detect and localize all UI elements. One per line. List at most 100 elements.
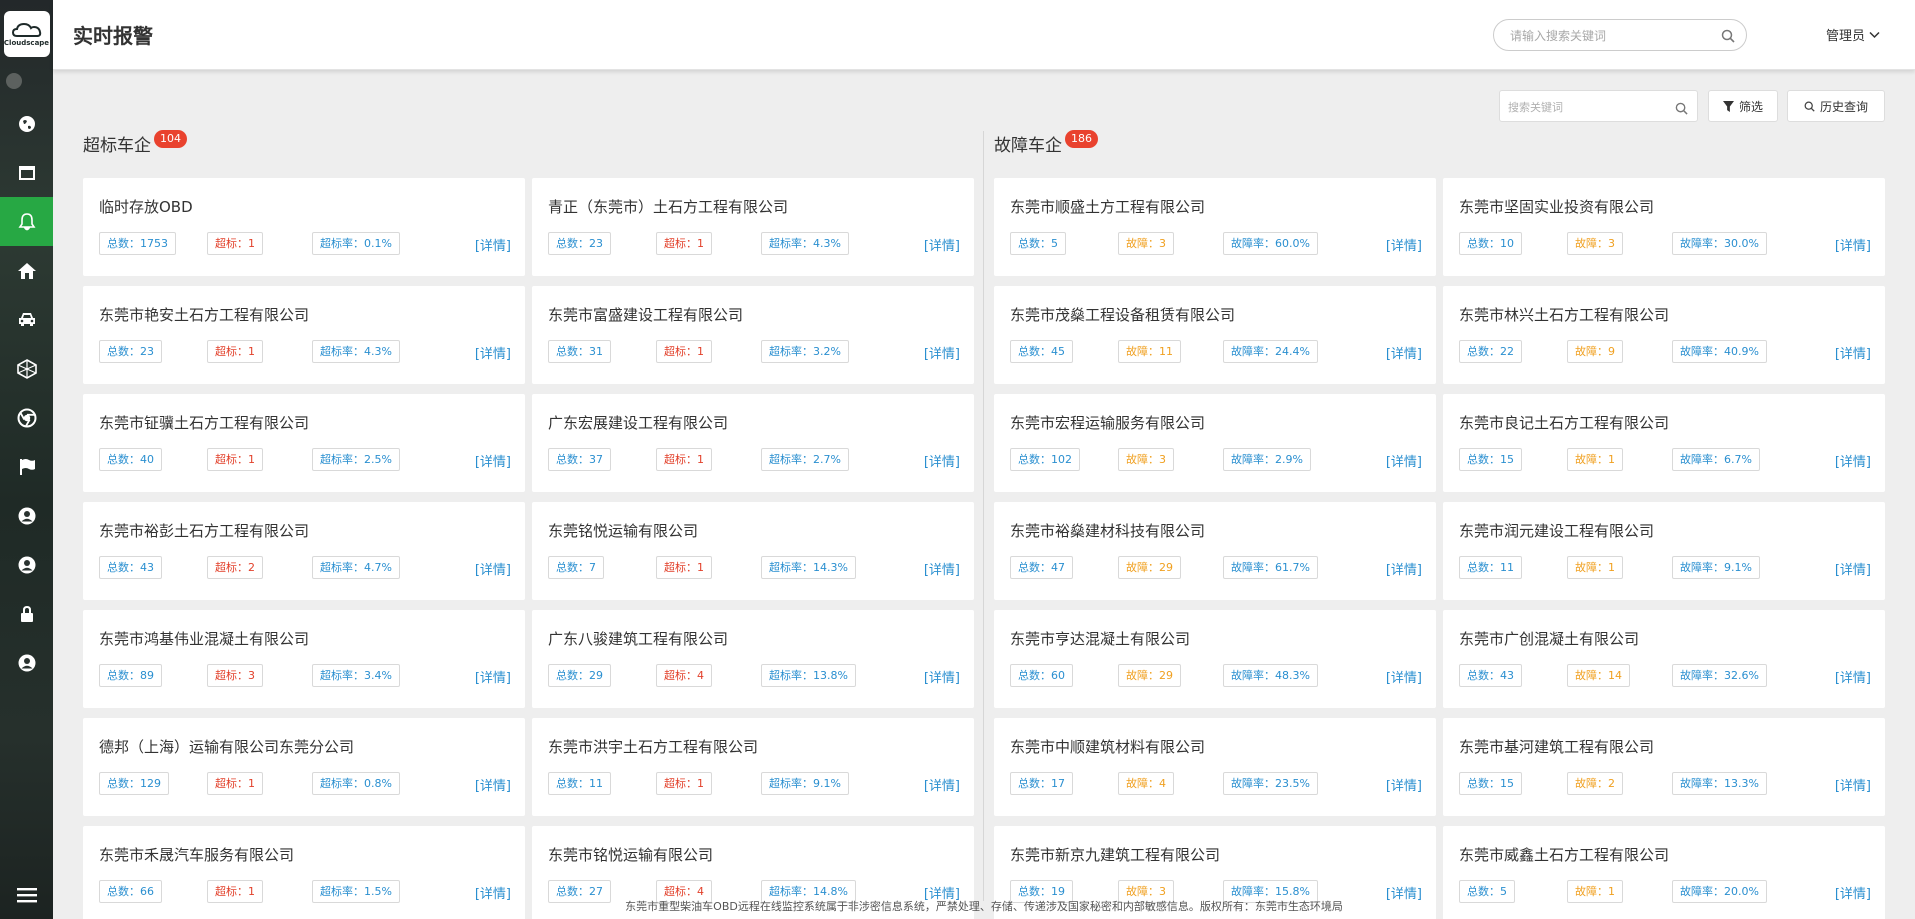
company-name[interactable]: 东莞市裕燊建材科技有限公司 — [1010, 520, 1205, 541]
company-name[interactable]: 东莞市良记土石方工程有限公司 — [1459, 412, 1669, 433]
company-card[interactable]: 广东八骏建筑工程有限公司 总数：29 超标：4 超标率：13.8% [详情] — [532, 610, 974, 708]
company-name[interactable]: 东莞市新京九建筑工程有限公司 — [1010, 844, 1220, 865]
company-card[interactable]: 东莞铭悦运输有限公司 总数：7 超标：1 超标率：14.3% [详情] — [532, 502, 974, 600]
search-icon[interactable] — [1721, 28, 1735, 47]
app-logo[interactable]: Cloudscape — [0, 0, 53, 68]
company-name[interactable]: 东莞市鸿基伟业混凝土有限公司 — [99, 628, 309, 649]
detail-link[interactable]: [详情] — [1386, 235, 1422, 254]
company-card[interactable]: 东莞市润元建设工程有限公司 总数：11 故障：1 故障率：9.1% [详情] — [1443, 502, 1885, 600]
company-name[interactable]: 东莞市裕彭土石方工程有限公司 — [99, 520, 309, 541]
detail-link[interactable]: [详情] — [1386, 343, 1422, 362]
company-card[interactable]: 东莞市裕彭土石方工程有限公司 总数：43 超标：2 超标率：4.7% [详情] — [83, 502, 525, 600]
sidebar-item-home[interactable] — [0, 246, 53, 295]
over-limit-tag: 超标：1 — [207, 232, 263, 255]
company-name[interactable]: 东莞市润元建设工程有限公司 — [1459, 520, 1654, 541]
company-name[interactable]: 东莞市广创混凝土有限公司 — [1459, 628, 1639, 649]
detail-link[interactable]: [详情] — [1835, 775, 1871, 794]
company-name[interactable]: 广东八骏建筑工程有限公司 — [548, 628, 728, 649]
user-menu[interactable]: 管理员 — [1826, 25, 1880, 44]
detail-link[interactable]: [详情] — [924, 775, 960, 794]
company-name[interactable]: 广东宏展建设工程有限公司 — [548, 412, 728, 433]
company-card[interactable]: 东莞市中顺建筑材料有限公司 总数：17 故障：4 故障率：23.5% [详情] — [994, 718, 1436, 816]
sidebar-item-user-3[interactable] — [0, 638, 53, 687]
company-card[interactable]: 东莞市艳安土石方工程有限公司 总数：23 超标：1 超标率：4.3% [详情] — [83, 286, 525, 384]
detail-link[interactable]: [详情] — [475, 235, 511, 254]
detail-link[interactable]: [详情] — [475, 775, 511, 794]
company-name[interactable]: 临时存放OBD — [99, 196, 193, 217]
detail-link[interactable]: [详情] — [475, 343, 511, 362]
sidebar-item-flag[interactable] — [0, 442, 53, 491]
company-card[interactable]: 德邦（上海）运输有限公司东莞分公司 总数：129 超标：1 超标率：0.8% [详情] — [83, 718, 525, 816]
company-name[interactable]: 东莞市威鑫土石方工程有限公司 — [1459, 844, 1669, 865]
company-card[interactable]: 东莞市宏程运输服务有限公司 总数：102 故障：3 故障率：2.9% [详情] — [994, 394, 1436, 492]
detail-link[interactable]: [详情] — [1386, 559, 1422, 578]
keyword-search[interactable] — [1499, 90, 1698, 122]
company-name[interactable]: 青正（东莞市）土石方工程有限公司 — [548, 196, 788, 217]
detail-link[interactable]: [详情] — [924, 667, 960, 686]
sidebar-item-alarm[interactable] — [0, 197, 53, 246]
company-card[interactable]: 东莞市坚固实业投资有限公司 总数：10 故障：3 故障率：30.0% [详情] — [1443, 178, 1885, 276]
company-name[interactable]: 德邦（上海）运输有限公司东莞分公司 — [99, 736, 354, 757]
company-name[interactable]: 东莞市中顺建筑材料有限公司 — [1010, 736, 1205, 757]
company-card[interactable]: 东莞市钲骥土石方工程有限公司 总数：40 超标：1 超标率：2.5% [详情] — [83, 394, 525, 492]
company-card[interactable]: 临时存放OBD 总数：1753 超标：1 超标率：0.1% [详情] — [83, 178, 525, 276]
company-name[interactable]: 东莞铭悦运输有限公司 — [548, 520, 698, 541]
detail-link[interactable]: [详情] — [1835, 451, 1871, 470]
company-name[interactable]: 东莞市艳安土石方工程有限公司 — [99, 304, 309, 325]
company-name[interactable]: 东莞市基河建筑工程有限公司 — [1459, 736, 1654, 757]
company-card[interactable]: 东莞市广创混凝土有限公司 总数：43 故障：14 故障率：32.6% [详情] — [1443, 610, 1885, 708]
detail-link[interactable]: [详情] — [924, 559, 960, 578]
company-name[interactable]: 东莞市顺盛土方工程有限公司 — [1010, 196, 1205, 217]
company-name[interactable]: 东莞市富盛建设工程有限公司 — [548, 304, 743, 325]
search-icon[interactable] — [1675, 100, 1688, 119]
company-name[interactable]: 东莞市宏程运输服务有限公司 — [1010, 412, 1205, 433]
detail-link[interactable]: [详情] — [475, 667, 511, 686]
detail-link[interactable]: [详情] — [475, 451, 511, 470]
sidebar-item-user-1[interactable] — [0, 491, 53, 540]
detail-link[interactable]: [详情] — [475, 559, 511, 578]
global-search[interactable] — [1493, 19, 1747, 51]
company-card[interactable]: 东莞市富盛建设工程有限公司 总数：31 超标：1 超标率：3.2% [详情] — [532, 286, 974, 384]
company-card[interactable]: 东莞市亨达混凝土有限公司 总数：60 故障：29 故障率：48.3% [详情] — [994, 610, 1436, 708]
company-name[interactable]: 东莞市坚固实业投资有限公司 — [1459, 196, 1654, 217]
sidebar-item-chrome[interactable] — [0, 393, 53, 442]
detail-link[interactable]: [详情] — [924, 451, 960, 470]
detail-link[interactable]: [详情] — [1835, 667, 1871, 686]
detail-link[interactable]: [详情] — [1835, 235, 1871, 254]
menu-toggle[interactable] — [0, 877, 53, 913]
global-search-input[interactable] — [1510, 26, 1710, 46]
company-name[interactable]: 东莞市铭悦运输有限公司 — [548, 844, 713, 865]
detail-link[interactable]: [详情] — [1386, 451, 1422, 470]
company-card[interactable]: 东莞市良记土石方工程有限公司 总数：15 故障：1 故障率：6.7% [详情] — [1443, 394, 1885, 492]
company-name[interactable]: 东莞市亨达混凝土有限公司 — [1010, 628, 1190, 649]
detail-link[interactable]: [详情] — [1835, 343, 1871, 362]
company-card[interactable]: 东莞市洪宇土石方工程有限公司 总数：11 超标：1 超标率：9.1% [详情] — [532, 718, 974, 816]
detail-link[interactable]: [详情] — [1386, 667, 1422, 686]
keyword-search-input[interactable] — [1508, 97, 1668, 117]
detail-link[interactable]: [详情] — [924, 235, 960, 254]
company-name[interactable]: 东莞市林兴土石方工程有限公司 — [1459, 304, 1669, 325]
detail-link[interactable]: [详情] — [924, 343, 960, 362]
history-query-button[interactable]: 历史查询 — [1787, 90, 1885, 122]
company-card[interactable]: 东莞市基河建筑工程有限公司 总数：15 故障：2 故障率：13.3% [详情] — [1443, 718, 1885, 816]
company-card[interactable]: 东莞市林兴土石方工程有限公司 总数：22 故障：9 故障率：40.9% [详情] — [1443, 286, 1885, 384]
company-card[interactable]: 青正（东莞市）土石方工程有限公司 总数：23 超标：1 超标率：4.3% [详情] — [532, 178, 974, 276]
filter-button[interactable]: 筛选 — [1708, 90, 1778, 122]
company-name[interactable]: 东莞市洪宇土石方工程有限公司 — [548, 736, 758, 757]
sidebar-item-globe[interactable] — [0, 99, 53, 148]
company-card[interactable]: 东莞市裕燊建材科技有限公司 总数：47 故障：29 故障率：61.7% [详情] — [994, 502, 1436, 600]
detail-link[interactable]: [详情] — [1386, 775, 1422, 794]
company-name[interactable]: 东莞市茂燊工程设备租赁有限公司 — [1010, 304, 1235, 325]
sidebar-item-lock[interactable] — [0, 589, 53, 638]
detail-link[interactable]: [详情] — [1835, 559, 1871, 578]
company-card[interactable]: 东莞市茂燊工程设备租赁有限公司 总数：45 故障：11 故障率：24.4% [详情] — [994, 286, 1436, 384]
company-card[interactable]: 东莞市顺盛土方工程有限公司 总数：5 故障：3 故障率：60.0% [详情] — [994, 178, 1436, 276]
company-card[interactable]: 广东宏展建设工程有限公司 总数：37 超标：1 超标率：2.7% [详情] — [532, 394, 974, 492]
company-name[interactable]: 东莞市禾晟汽车服务有限公司 — [99, 844, 294, 865]
sidebar-item-network[interactable] — [0, 344, 53, 393]
sidebar-item-user-2[interactable] — [0, 540, 53, 589]
company-card[interactable]: 东莞市鸿基伟业混凝土有限公司 总数：89 超标：3 超标率：3.4% [详情] — [83, 610, 525, 708]
sidebar-item-vehicle[interactable] — [0, 295, 53, 344]
sidebar-item-window[interactable] — [0, 148, 53, 197]
company-name[interactable]: 东莞市钲骥土石方工程有限公司 — [99, 412, 309, 433]
